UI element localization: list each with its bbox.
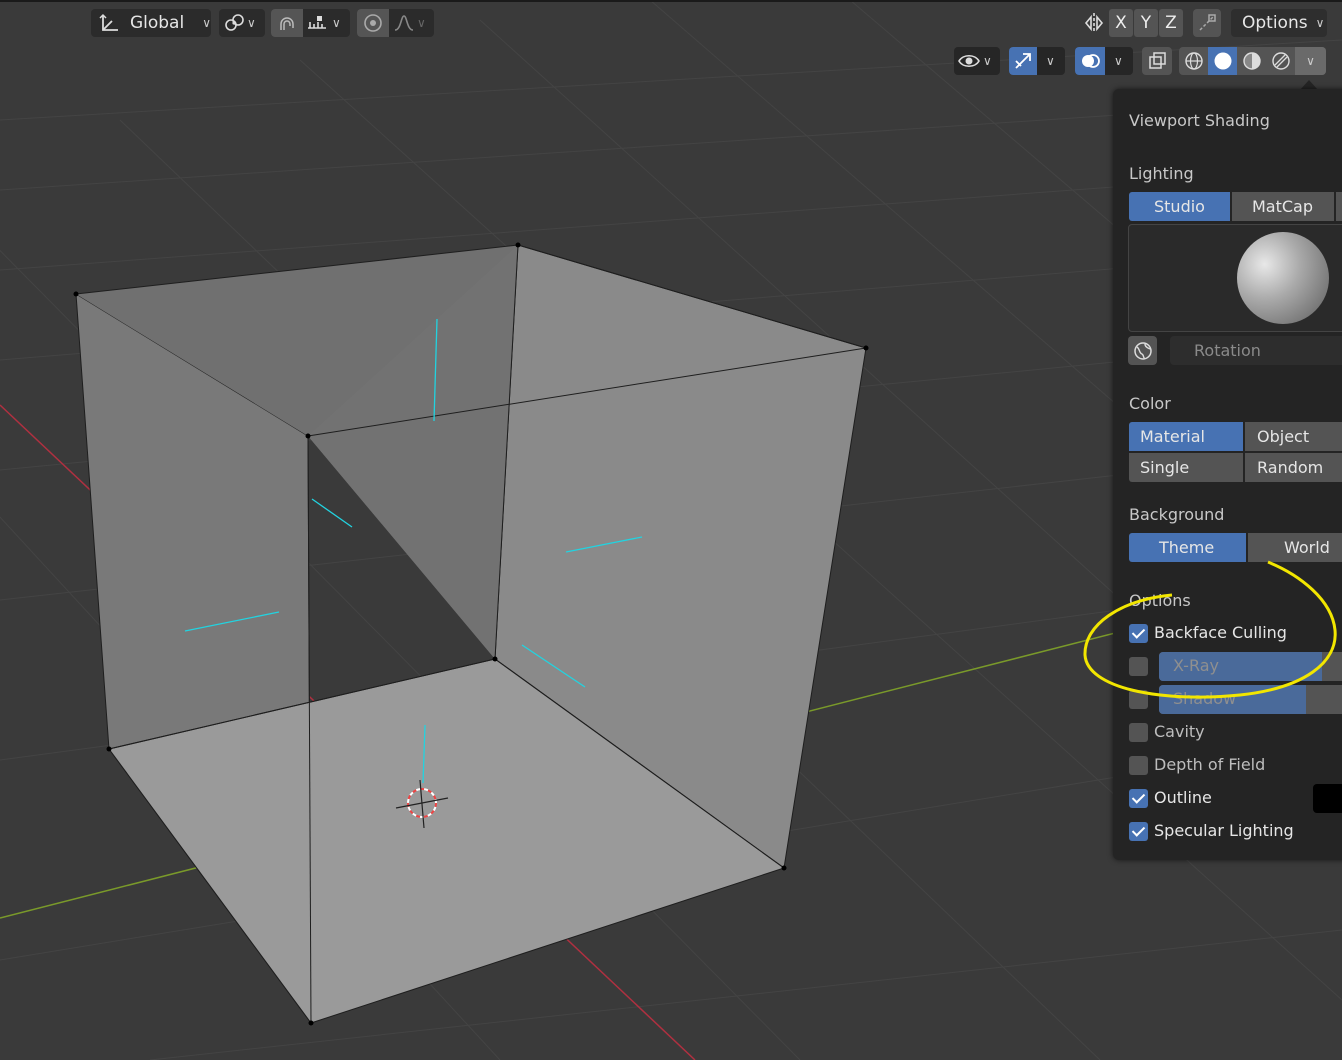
options-label: Options — [1242, 13, 1308, 33]
lighting-flat-option[interactable] — [1336, 192, 1342, 221]
xray-toggle-button[interactable] — [1142, 47, 1172, 75]
proportional-editing-group[interactable]: ∨ — [357, 9, 434, 37]
specular-lighting-label: Specular Lighting — [1154, 821, 1294, 840]
orientation-axes-icon — [99, 13, 118, 31]
mirror-x-button[interactable]: X — [1109, 9, 1133, 37]
shadow-darkness-slider[interactable]: Shadow — [1159, 685, 1342, 714]
header-border — [0, 0, 1342, 2]
outline-checkbox[interactable] — [1129, 789, 1148, 808]
color-object-option[interactable]: Object — [1245, 422, 1342, 451]
material-sphere-icon — [1242, 52, 1261, 70]
depth-of-field-checkbox[interactable] — [1129, 756, 1148, 775]
rotation-label: Rotation — [1194, 341, 1261, 360]
overlays-toggle-button[interactable] — [1075, 47, 1105, 75]
gizmo-icon — [1015, 53, 1031, 69]
color-material-option[interactable]: Material — [1129, 422, 1243, 451]
wireframe-shading-button[interactable] — [1179, 47, 1208, 75]
shadow-checkbox[interactable] — [1129, 690, 1148, 709]
auto-merge-button[interactable] — [1193, 9, 1221, 37]
shading-mode-group[interactable]: ∨ — [1179, 47, 1326, 75]
chevron-down-icon: ∨ — [332, 16, 341, 30]
chevron-down-icon: ∨ — [1315, 16, 1325, 30]
world-space-lighting-toggle[interactable] — [1128, 336, 1157, 365]
solid-sphere-icon — [1214, 52, 1231, 70]
chevron-down-icon: ∨ — [1114, 54, 1123, 68]
auto-merge-icon — [1199, 14, 1216, 31]
color-single-option[interactable]: Single — [1129, 453, 1243, 482]
snapping-group[interactable]: ∨ — [271, 9, 350, 37]
options-heading: Options — [1129, 591, 1191, 610]
rendered-shading-button[interactable] — [1266, 47, 1295, 75]
cavity-label: Cavity — [1154, 722, 1205, 741]
panel-title: Viewport Shading — [1129, 111, 1270, 130]
chevron-down-icon: ∨ — [1306, 54, 1315, 68]
snap-increment-icon[interactable] — [306, 12, 328, 34]
background-heading: Background — [1129, 505, 1225, 524]
backface-culling-label: Backface Culling — [1154, 623, 1287, 642]
studio-light-preview[interactable] — [1128, 224, 1342, 332]
chevron-down-icon: ∨ — [202, 16, 211, 30]
cavity-checkbox[interactable] — [1129, 723, 1148, 742]
options-dropdown[interactable]: Options ∨ — [1231, 9, 1327, 37]
mirror-z-button[interactable]: Z — [1159, 9, 1183, 37]
background-theme-option[interactable]: Theme — [1129, 533, 1246, 562]
color-heading: Color — [1129, 394, 1171, 413]
chevron-down-icon: ∨ — [1046, 54, 1055, 68]
chevron-down-icon: ∨ — [983, 54, 992, 68]
globe-icon — [1133, 341, 1152, 360]
visibility-dropdown[interactable]: ∨ — [954, 47, 1000, 75]
wireframe-sphere-icon — [1184, 52, 1203, 70]
pivot-icon — [225, 14, 244, 31]
backface-culling-checkbox[interactable] — [1129, 624, 1148, 643]
xray-label: X-Ray — [1173, 656, 1219, 675]
xray-alpha-slider[interactable]: X-Ray — [1159, 652, 1342, 681]
overlays-icon — [1082, 54, 1100, 68]
color-random-option[interactable]: Random — [1245, 453, 1342, 482]
depth-of-field-label: Depth of Field — [1154, 755, 1266, 774]
rotation-field[interactable]: Rotation — [1170, 336, 1342, 365]
xray-checkbox[interactable] — [1129, 657, 1148, 676]
studio-light-sphere — [1237, 232, 1329, 324]
falloff-curve-icon[interactable] — [393, 12, 415, 34]
proportional-edit-toggle[interactable] — [357, 9, 389, 37]
shadow-label: Shadow — [1173, 689, 1237, 708]
viewport-shading-popover: Viewport Shading Lighting Studio MatCap … — [1113, 89, 1342, 860]
xray-icon — [1149, 52, 1166, 69]
mirror-y-button[interactable]: Y — [1134, 9, 1158, 37]
snap-toggle-button[interactable] — [271, 9, 303, 37]
magnet-icon — [280, 17, 294, 30]
chevron-down-icon: ∨ — [417, 16, 426, 30]
rendered-sphere-icon — [1271, 52, 1290, 70]
background-world-option[interactable]: World — [1248, 533, 1342, 562]
material-preview-button[interactable] — [1237, 47, 1266, 75]
outline-label: Outline — [1154, 788, 1212, 807]
overlays-toggle-group[interactable]: ∨ — [1075, 47, 1133, 75]
eye-icon — [958, 54, 980, 68]
shading-options-button[interactable]: ∨ — [1295, 47, 1326, 75]
gizmo-toggle-button[interactable] — [1009, 47, 1037, 75]
outline-color-swatch[interactable] — [1313, 784, 1342, 813]
lighting-matcap-option[interactable]: MatCap — [1232, 192, 1334, 221]
orientation-label: Global — [129, 13, 185, 33]
mirror-icon — [1084, 13, 1104, 33]
lighting-heading: Lighting — [1129, 164, 1194, 183]
specular-lighting-checkbox[interactable] — [1129, 822, 1148, 841]
gizmo-toggle-group[interactable]: ∨ — [1009, 47, 1065, 75]
cube-mesh[interactable] — [73, 242, 869, 1026]
transform-orientation-dropdown[interactable]: Global ∨ — [91, 9, 211, 37]
lighting-studio-option[interactable]: Studio — [1129, 192, 1230, 221]
proportional-edit-icon — [364, 14, 382, 32]
solid-shading-button[interactable] — [1208, 47, 1237, 75]
chevron-down-icon: ∨ — [247, 16, 256, 30]
pivot-point-dropdown[interactable]: ∨ — [219, 9, 265, 37]
